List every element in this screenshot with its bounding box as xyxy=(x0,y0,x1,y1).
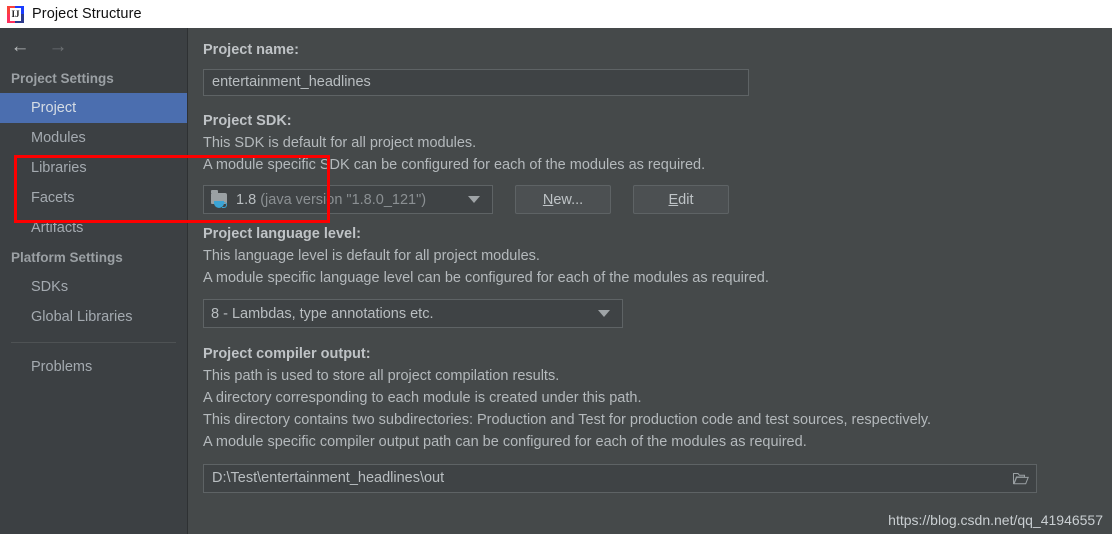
sidebar-navigation: ← → xyxy=(0,28,187,64)
compiler-output-path-value: D:\Test\entertainment_headlines\out xyxy=(212,470,445,486)
language-level-combobox[interactable]: 8 - Lambdas, type annotations etc. xyxy=(203,299,623,328)
sidebar-item-artifacts[interactable]: Artifacts xyxy=(0,213,187,243)
intellij-idea-logo-icon: IJ xyxy=(7,5,24,23)
compiler-output-label: Project compiler output: xyxy=(203,346,371,362)
sidebar-item-sdks[interactable]: SDKs xyxy=(0,272,187,302)
project-sdk-combobox[interactable]: 1.8 (java version "1.8.0_121") xyxy=(203,185,493,214)
arrow-left-icon[interactable]: ← xyxy=(9,35,31,57)
sidebar-group-platform-settings: Platform Settings xyxy=(11,250,123,265)
edit-sdk-button[interactable]: Edit xyxy=(633,185,729,214)
project-sdk-value: 1.8 (java version "1.8.0_121") xyxy=(236,192,460,208)
compiler-output-description-2: A directory corresponding to each module… xyxy=(203,390,642,406)
project-settings-panel: Project name: entertainment_headlines Pr… xyxy=(189,28,1112,534)
sidebar-item-modules[interactable]: Modules xyxy=(0,123,187,153)
java-sdk-folder-icon xyxy=(211,190,229,208)
project-sdk-description-1: This SDK is default for all project modu… xyxy=(203,135,477,151)
project-sdk-version: 1.8 xyxy=(236,191,257,208)
window-title: Project Structure xyxy=(32,6,142,22)
folder-open-icon[interactable] xyxy=(1006,466,1036,491)
sidebar-item-libraries[interactable]: Libraries xyxy=(0,153,187,183)
settings-sidebar: ← → Project Settings Project Modules Lib… xyxy=(0,28,188,534)
sidebar-item-global-libraries[interactable]: Global Libraries xyxy=(0,302,187,332)
chevron-down-icon xyxy=(468,196,480,203)
compiler-output-description-1: This path is used to store all project c… xyxy=(203,368,560,384)
arrow-right-icon[interactable]: → xyxy=(47,35,69,57)
new-sdk-button[interactable]: New... xyxy=(515,185,611,214)
sidebar-item-problems[interactable]: Problems xyxy=(0,352,187,382)
project-sdk-version-detail: (java version "1.8.0_121") xyxy=(260,191,427,208)
project-sdk-description-2: A module specific SDK can be configured … xyxy=(203,157,706,173)
chevron-down-icon xyxy=(598,310,610,317)
edit-sdk-button-mnemonic: E xyxy=(668,191,679,208)
title-bar: IJ Project Structure xyxy=(0,0,1112,28)
project-name-input[interactable]: entertainment_headlines xyxy=(203,69,749,96)
new-sdk-button-label: ew... xyxy=(553,191,584,208)
language-level-description-1: This language level is default for all p… xyxy=(203,248,540,264)
project-structure-window: IJ Project Structure ← → Project Setting… xyxy=(0,0,1112,534)
language-level-value: 8 - Lambdas, type annotations etc. xyxy=(211,305,434,322)
project-sdk-label: Project SDK: xyxy=(203,113,292,129)
new-sdk-button-mnemonic: N xyxy=(542,191,554,208)
language-level-description-2: A module specific language level can be … xyxy=(203,270,769,286)
dialog-body: ← → Project Settings Project Modules Lib… xyxy=(0,28,1112,534)
compiler-output-description-3: This directory contains two subdirectori… xyxy=(203,412,932,428)
sidebar-item-project[interactable]: Project xyxy=(0,93,187,123)
compiler-output-description-4: A module specific compiler output path c… xyxy=(203,434,807,450)
project-sdk-controls-row: 1.8 (java version "1.8.0_121") New... Ed… xyxy=(203,185,1112,214)
compiler-output-path-field[interactable]: D:\Test\entertainment_headlines\out xyxy=(203,464,1037,493)
language-level-label: Project language level: xyxy=(203,226,361,242)
edit-sdk-button-label: dit xyxy=(678,191,694,208)
sidebar-item-facets[interactable]: Facets xyxy=(0,183,187,213)
sidebar-group-project-settings: Project Settings xyxy=(11,71,114,86)
sidebar-divider xyxy=(11,342,176,343)
project-name-label: Project name: xyxy=(203,42,299,58)
watermark-text: https://blog.csdn.net/qq_41946557 xyxy=(888,512,1103,528)
